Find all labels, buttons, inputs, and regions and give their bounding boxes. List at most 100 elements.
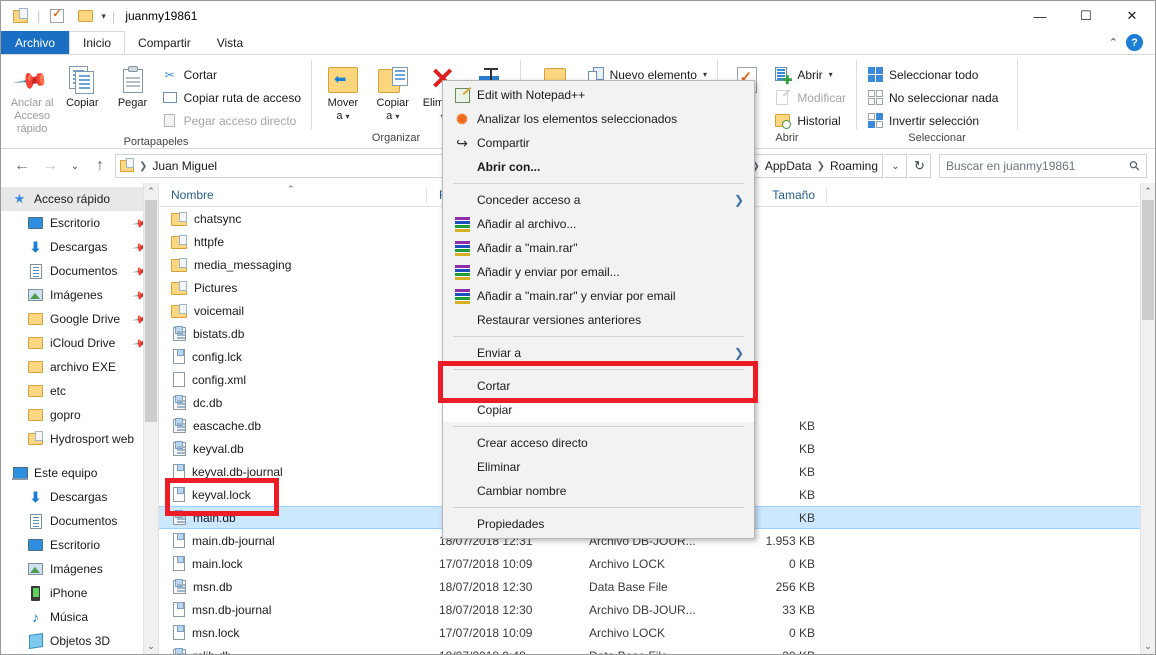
menu-item-restaurar-versiones-anteriores[interactable]: Restaurar versiones anteriores (443, 308, 754, 332)
select-all-button[interactable]: Seleccionar todo (863, 64, 1002, 85)
chevron-down-icon[interactable]: ⌄ (1141, 638, 1155, 654)
sidebar-item-pc-descargas[interactable]: ⬇ Descargas (1, 485, 158, 509)
new-folder-icon[interactable] (74, 6, 96, 26)
table-row[interactable]: msn.lock 17/07/2018 10:09 Archivo LOCK 0… (159, 621, 1155, 644)
back-button[interactable]: ← (9, 153, 35, 179)
menu-item-anadir-al-archivo[interactable]: Añadir al archivo... (443, 212, 754, 236)
new-item-caret-icon[interactable]: ▾ (703, 70, 707, 79)
file-name: Pictures (194, 280, 238, 295)
sidebar-item-iphone[interactable]: iPhone (1, 581, 158, 605)
sidebar-item-hydrosport-web[interactable]: Hydrosport web (1, 427, 158, 451)
menu-item-copiar[interactable]: Copiar (443, 398, 754, 422)
chevron-down-icon[interactable]: ▾ (101, 11, 106, 22)
maximize-button[interactable]: ☐ (1063, 1, 1109, 31)
menu-item-abrir-con[interactable]: Abrir con... (443, 155, 754, 179)
menu-item-cambiar-nombre[interactable]: Cambiar nombre (443, 479, 754, 503)
sidebar-item-gopro[interactable]: gopro (1, 403, 158, 427)
winrar-icon (451, 263, 473, 281)
tab-archivo[interactable]: Archivo (1, 31, 70, 54)
refresh-icon[interactable]: ↻ (909, 154, 931, 178)
breadcrumb-item-2[interactable]: Roaming (830, 159, 878, 173)
file-date: 17/07/2018 10:09 (439, 556, 533, 571)
address-dropdown-button[interactable]: ⌄ (885, 154, 907, 178)
table-row[interactable]: main.lock 17/07/2018 10:09 Archivo LOCK … (159, 552, 1155, 575)
sidebar-item-escritorio[interactable]: Escritorio 📌 (1, 211, 158, 235)
copy-button[interactable]: Copiar (57, 59, 107, 110)
file-list-scrollbar[interactable]: ⌃ ⌄ (1140, 183, 1155, 654)
close-button[interactable]: ✕ (1109, 1, 1155, 31)
copy-to-button[interactable]: Copiar a ▾ (368, 59, 418, 123)
folder-document-icon[interactable] (9, 6, 31, 26)
copy-path-button[interactable]: Copiar ruta de acceso (158, 87, 305, 108)
sidebar-item-musica[interactable]: ♪ Música (1, 605, 158, 629)
table-row[interactable]: rclib.db 18/07/2018 9:48 Data Base File … (159, 644, 1155, 654)
column-header-nombre[interactable]: Nombre ⌃ (159, 183, 427, 207)
sidebar-item-etc[interactable]: etc (1, 379, 158, 403)
ribbon-tab-bar: Archivo Inicio Compartir Vista ⌃ ? (1, 31, 1155, 55)
properties-icon[interactable] (46, 6, 68, 26)
menu-item-analizar-elementos[interactable]: ✺ Analizar los elementos seleccionados (443, 107, 754, 131)
nav-scrollbar-thumb[interactable] (145, 200, 157, 422)
chevron-up-icon[interactable]: ⌃ (1141, 183, 1155, 199)
menu-item-crear-acceso-directo[interactable]: Crear acceso directo (443, 431, 754, 455)
menu-item-conceder-acceso-a[interactable]: Conceder acceso a ❯ (443, 188, 754, 212)
sidebar-item-pc-documentos[interactable]: Documentos (1, 509, 158, 533)
sidebar-item-documentos[interactable]: Documentos 📌 (1, 259, 158, 283)
menu-item-label: Añadir y enviar por email... (477, 265, 620, 279)
cut-button[interactable]: ✂ Cortar (158, 64, 305, 85)
menu-item-edit-with-notepadpp[interactable]: Edit with Notepad++ (443, 83, 754, 107)
search-box[interactable]: ⚲ (939, 154, 1147, 178)
menu-item-propiedades[interactable]: Propiedades (443, 512, 754, 536)
sidebar-item-label: Descargas (50, 490, 108, 504)
edit-button[interactable]: Modificar (771, 87, 850, 108)
menu-item-eliminar[interactable]: Eliminar (443, 455, 754, 479)
breadcrumb-item-0[interactable]: Juan Miguel (152, 159, 217, 173)
search-input[interactable] (946, 159, 1127, 173)
select-none-button[interactable]: No seleccionar nada (863, 87, 1002, 108)
sidebar-item-google-drive[interactable]: Google Drive 📌 (1, 307, 158, 331)
menu-item-compartir[interactable]: ↪ Compartir (443, 131, 754, 155)
help-icon[interactable]: ? (1126, 34, 1143, 51)
open-caret-icon[interactable]: ▾ (829, 70, 833, 79)
menu-item-cortar[interactable]: Cortar (443, 374, 754, 398)
sidebar-item-objetos-3d[interactable]: Objetos 3D (1, 629, 158, 653)
up-button[interactable]: ↑ (87, 153, 113, 179)
chevron-up-icon[interactable]: ⌃ (144, 183, 158, 199)
tab-compartir[interactable]: Compartir (125, 31, 204, 54)
nav-scrollbar[interactable]: ⌃ ⌄ (143, 183, 158, 654)
menu-item-anadir-a-main-rar[interactable]: Añadir a "main.rar" (443, 236, 754, 260)
paste-shortcut-button[interactable]: Pegar acceso directo (158, 110, 305, 131)
table-row[interactable]: msn.db 18/07/2018 12:30 Data Base File 2… (159, 575, 1155, 598)
tab-vista[interactable]: Vista (204, 31, 256, 54)
menu-item-enviar-a[interactable]: Enviar a ❯ (443, 341, 754, 365)
chevron-down-icon[interactable]: ⌄ (144, 638, 158, 654)
sidebar-item-imagenes[interactable]: Imágenes 📌 (1, 283, 158, 307)
tab-inicio[interactable]: Inicio (69, 31, 126, 54)
open-button[interactable]: ✚ Abrir ▾ (771, 64, 850, 86)
folder-icon (27, 431, 44, 447)
minimize-button[interactable]: — (1017, 1, 1063, 31)
search-icon[interactable]: ⚲ (1126, 157, 1144, 175)
menu-item-anadir-main-rar-y-enviar[interactable]: Añadir a "main.rar" y enviar por email (443, 284, 754, 308)
sidebar-item-pc-escritorio[interactable]: Escritorio (1, 533, 158, 557)
breadcrumb-item-1[interactable]: AppData (765, 159, 812, 173)
paste-button[interactable]: Pegar (107, 59, 157, 110)
move-to-label-1: Mover (327, 97, 359, 109)
file-scrollbar-thumb[interactable] (1142, 200, 1154, 320)
sidebar-item-acceso-rapido[interactable]: ★ Acceso rápido (1, 187, 158, 211)
sidebar-item-pc-imagenes[interactable]: Imágenes (1, 557, 158, 581)
music-icon: ♪ (32, 609, 39, 625)
history-button[interactable]: Historial (771, 110, 850, 131)
menu-item-anadir-y-enviar-por-email[interactable]: Añadir y enviar por email... (443, 260, 754, 284)
sidebar-item-descargas[interactable]: ⬇ Descargas 📌 (1, 235, 158, 259)
sidebar-item-icloud-drive[interactable]: iCloud Drive 📌 (1, 331, 158, 355)
pin-to-quick-access-button[interactable]: 📌 Anclar al Acceso rápido (7, 59, 57, 136)
chevron-up-icon[interactable]: ⌃ (1109, 36, 1118, 49)
sidebar-item-este-equipo[interactable]: Este equipo (1, 461, 158, 485)
table-row[interactable]: msn.db-journal 18/07/2018 12:30 Archivo … (159, 598, 1155, 621)
forward-button[interactable]: → (37, 153, 63, 179)
sidebar-item-archivo-exe[interactable]: archivo EXE (1, 355, 158, 379)
recent-locations-button[interactable]: ⌄ (65, 153, 85, 179)
move-to-button[interactable]: ⬅ Mover a ▾ (318, 59, 368, 123)
invert-selection-button[interactable]: Invertir selección (863, 110, 1002, 131)
